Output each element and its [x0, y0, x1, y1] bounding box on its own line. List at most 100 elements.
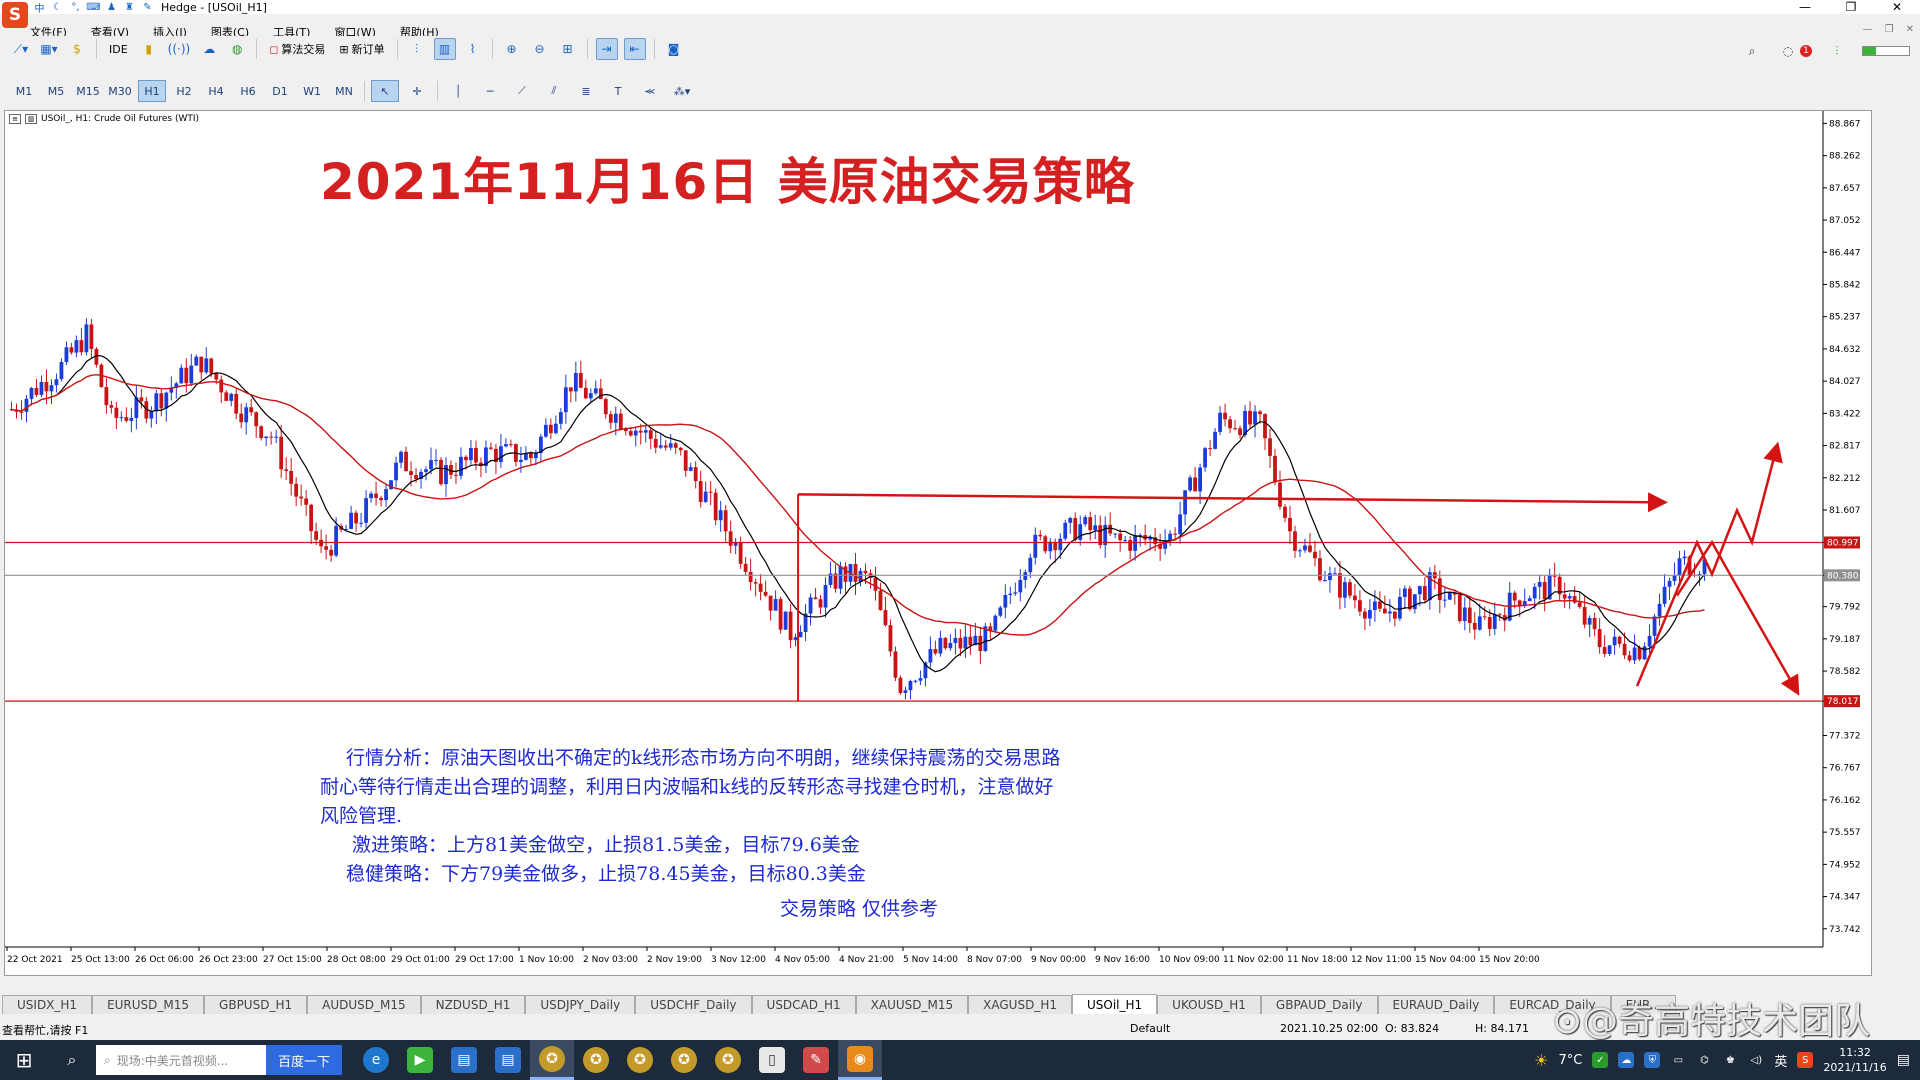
symbol-tab[interactable]: USIDX_H1 [2, 995, 93, 1014]
trendline-icon[interactable]: ⟋ [508, 80, 536, 102]
child-close-button[interactable]: ✕ [1906, 24, 1914, 35]
restore-button[interactable]: ❐ [1828, 0, 1874, 14]
timeframe-mn[interactable]: MN [330, 80, 358, 102]
symbol-tab[interactable]: USOil_H1 [1071, 994, 1158, 1014]
symbol-tab[interactable]: GBPUSD_H1 [204, 995, 308, 1014]
punctuation-icon[interactable]: °, [68, 1, 83, 13]
shapes-icon[interactable]: ⁂▾ [668, 80, 696, 102]
tray-display-icon[interactable]: ▭ [1670, 1052, 1686, 1068]
symbol-tab[interactable]: UKOUSD_H1 [1157, 995, 1261, 1014]
taskbar-app-mt-5[interactable]: ✪ [706, 1040, 750, 1080]
symbol-tab[interactable]: USDJPY_Daily [525, 995, 636, 1014]
taskbar-app-paint[interactable]: ✎ [794, 1040, 838, 1080]
symbol-tab[interactable]: XAUUSD_M15 [855, 995, 969, 1014]
symbol-tab[interactable]: AUDUSD_M15 [307, 995, 421, 1014]
horizontal-line-icon[interactable]: ─ [476, 80, 504, 102]
taskbar-app-player[interactable]: ▶ [398, 1040, 442, 1080]
timeframe-h1[interactable]: H1 [138, 80, 166, 102]
timeframe-h2[interactable]: H2 [170, 80, 198, 102]
taskbar-app-doc[interactable]: ▯ [750, 1040, 794, 1080]
windows-start-icon[interactable]: ⊞ [0, 1040, 48, 1080]
child-minimize-button[interactable]: — [1863, 24, 1873, 35]
candlestick-chart-icon[interactable]: ▥ [433, 38, 456, 60]
timeframe-m15[interactable]: M15 [74, 80, 102, 102]
timeframe-w1[interactable]: W1 [298, 80, 326, 102]
new-order-button[interactable]: ⊞ 新订单 [335, 38, 388, 60]
text-icon[interactable]: T [604, 80, 632, 102]
symbol-tab[interactable]: EURUSD_M15 [92, 995, 205, 1014]
shirt-icon[interactable]: ♜ [122, 1, 137, 13]
task-search-icon[interactable]: ⌕ [48, 1040, 96, 1080]
taskbar-app-hedge[interactable]: ◉ [838, 1040, 882, 1080]
signal-icon[interactable]: ((·)) [166, 38, 193, 60]
algo-trading-button[interactable]: ◻ 算法交易 [265, 38, 329, 60]
market-watch-icon[interactable]: $ [66, 38, 88, 60]
timeframe-m5[interactable]: M5 [42, 80, 70, 102]
keyboard-icon[interactable]: ⌨ [86, 1, 101, 13]
symbol-tab[interactable]: GBPAUD_Daily [1260, 995, 1378, 1014]
child-restore-button[interactable]: ❐ [1885, 24, 1894, 35]
close-button[interactable]: ✕ [1874, 0, 1920, 14]
auto-scroll-icon[interactable]: ⇥ [595, 38, 618, 60]
screenshot-icon[interactable]: ◙ [663, 38, 685, 60]
taskbar-app-mt-3[interactable]: ✪ [618, 1040, 662, 1080]
web-search-box[interactable]: ⌕ 现场:中美元首视频... [96, 1045, 266, 1075]
line-chart-icon[interactable]: ⌇ [462, 38, 484, 60]
gann-icon[interactable]: ⪻ [636, 80, 664, 102]
tray-cloud-icon[interactable]: ☁ [1618, 1052, 1635, 1068]
taskbar-app-mt-4[interactable]: ✪ [662, 1040, 706, 1080]
profiles-icon[interactable]: ▦▾ [38, 38, 60, 60]
crosshair-icon[interactable]: ✛ [403, 80, 431, 102]
timeframe-m1[interactable]: M1 [10, 80, 38, 102]
symbol-tab[interactable]: EURAUD_Daily [1377, 995, 1495, 1014]
chart-type-icon[interactable]: ▥ [25, 114, 37, 124]
ide-button[interactable]: IDE [105, 38, 132, 60]
taskbar-app-mt-1[interactable]: ✪ [530, 1040, 574, 1080]
tray-sogou-icon[interactable]: S [1797, 1052, 1814, 1068]
minimize-button[interactable]: — [1782, 0, 1828, 14]
taskbar-clock[interactable]: 11:32 2021/11/16 [1823, 1045, 1886, 1075]
wrench-icon[interactable]: ✎ [140, 1, 155, 13]
chart-shift-icon[interactable]: ⇤ [623, 38, 646, 60]
symbol-tab[interactable]: USDCAD_H1 [751, 995, 856, 1014]
taskbar-app-files-2[interactable]: ▤ [486, 1040, 530, 1080]
tray-shield-icon[interactable]: ⛨ [1644, 1052, 1661, 1068]
symbol-tab[interactable]: NZDUSD_H1 [420, 995, 526, 1014]
channel-icon[interactable]: ⫽ [540, 80, 568, 102]
zoom-out-icon[interactable]: ⊖ [529, 38, 551, 60]
notification-center-icon[interactable]: ▤ [1897, 1052, 1910, 1068]
timeframe-h6[interactable]: H6 [234, 80, 262, 102]
zoom-in-icon[interactable]: ⊕ [501, 38, 523, 60]
taskbar-app-mt-2[interactable]: ✪ [574, 1040, 618, 1080]
cursor-icon[interactable]: ↖ [371, 80, 399, 102]
timeframe-h4[interactable]: H4 [202, 80, 230, 102]
moon-icon[interactable]: ☾ [50, 1, 65, 13]
sogou-logo-icon[interactable]: S [2, 2, 28, 28]
fibonacci-icon[interactable]: ≣ [572, 80, 600, 102]
symbol-tab[interactable]: USDCHF_Daily [635, 995, 752, 1014]
tray-check-icon[interactable]: ✓ [1592, 1052, 1609, 1068]
notifications-button[interactable]: ◌ 1 [1777, 40, 1812, 62]
volume-icon[interactable]: ◁) [1748, 1052, 1764, 1068]
tray-network-icon[interactable]: ⌬ [1696, 1052, 1712, 1068]
timeframe-m30[interactable]: M30 [106, 80, 134, 102]
user-icon[interactable]: ♟ [104, 1, 119, 13]
bar-chart-icon[interactable]: ⫶ [406, 38, 428, 60]
tray-person-icon[interactable]: ♚ [1722, 1052, 1738, 1068]
temperature[interactable]: 7°C [1558, 1053, 1582, 1068]
taskbar-app-files-1[interactable]: ▤ [442, 1040, 486, 1080]
timeframe-d1[interactable]: D1 [266, 80, 294, 102]
tile-windows-icon[interactable]: ⊞ [557, 38, 579, 60]
taskbar-app-browser[interactable]: e [354, 1040, 398, 1080]
cloud-icon[interactable]: ☁ [198, 38, 220, 60]
new-chart-icon[interactable]: ⟋▾ [10, 38, 32, 60]
language-indicator[interactable]: 英 [1774, 1051, 1787, 1070]
lock-icon[interactable]: ▮ [138, 38, 160, 60]
vps-icon[interactable]: ◍ [226, 38, 248, 60]
vertical-line-icon[interactable]: │ [444, 80, 472, 102]
chart-menu-icon[interactable]: ≡ [9, 114, 21, 124]
baidu-search-button[interactable]: 百度一下 [266, 1045, 342, 1075]
ime-icon[interactable]: 中 [32, 1, 47, 15]
symbol-tab[interactable]: XAGUSD_H1 [968, 995, 1072, 1014]
search-icon[interactable]: ⌕ [1741, 40, 1763, 62]
